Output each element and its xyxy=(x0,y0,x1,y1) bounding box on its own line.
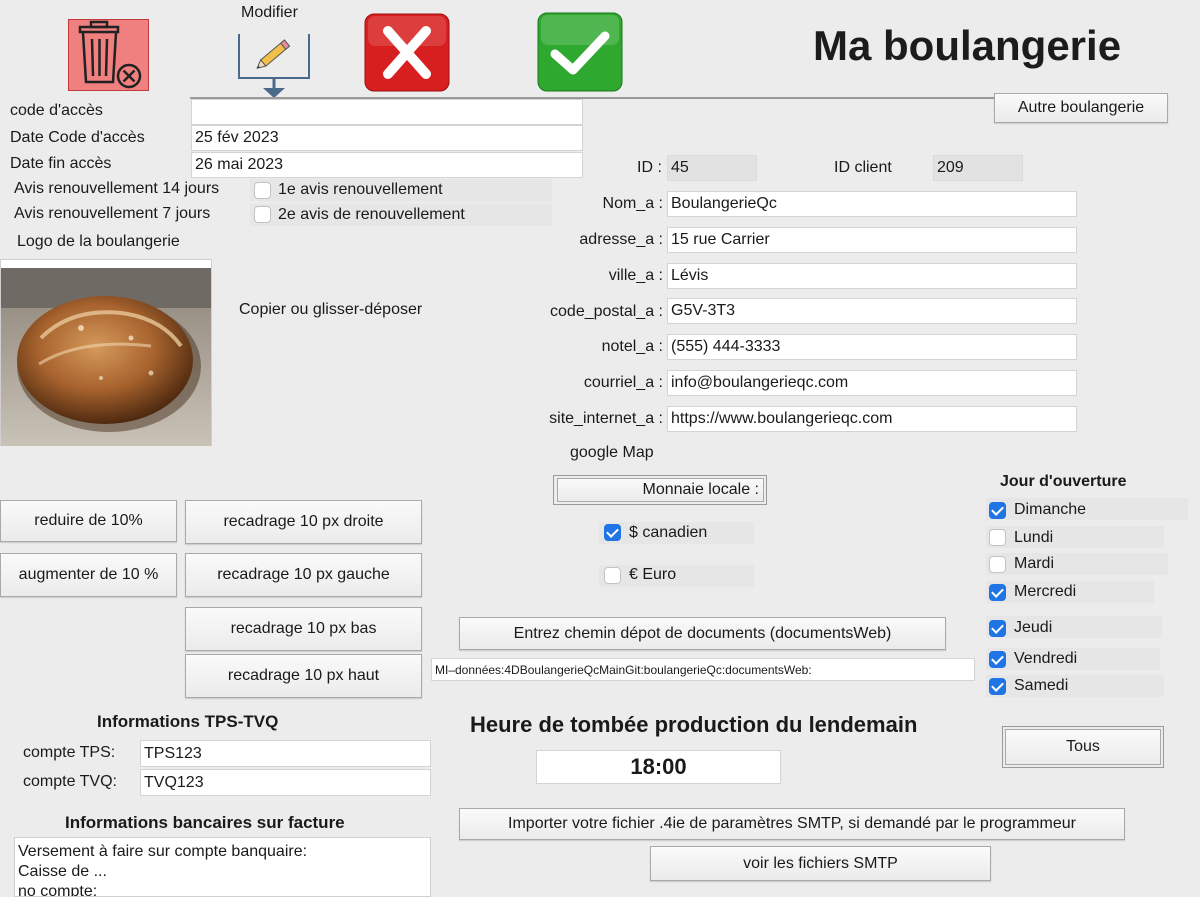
client-id-value: 209 xyxy=(933,155,1023,181)
access-code-label: code d'accès xyxy=(10,102,103,119)
monday-label[interactable]: Lundi xyxy=(1014,529,1053,547)
app-title: Ma boulangerie xyxy=(813,22,1122,69)
access-code-date-input[interactable]: 25 fév 2023 xyxy=(191,125,583,151)
notice-7-label: Avis renouvellement 7 jours xyxy=(14,205,211,222)
address-label: adresse_a : xyxy=(579,231,663,248)
saturday-checkbox[interactable] xyxy=(989,678,1006,695)
red-x-icon xyxy=(364,13,450,92)
production-time-input[interactable]: 18:00 xyxy=(536,750,781,784)
day-row-bg xyxy=(986,616,1162,638)
local-currency-button[interactable]: Monnaie locale : xyxy=(557,478,764,502)
banking-title: Informations bancaires sur facture xyxy=(65,813,345,832)
access-end-date-input[interactable]: 26 mai 2023 xyxy=(191,152,583,178)
tuesday-label[interactable]: Mardi xyxy=(1014,555,1054,573)
import-smtp-button[interactable]: Importer votre fichier .4ie de paramètre… xyxy=(459,808,1125,840)
email-label: courriel_a : xyxy=(583,374,663,391)
notice-14-check-label[interactable]: 1e avis renouvellement xyxy=(278,181,443,199)
edit-pencil-icon xyxy=(238,34,310,98)
website-label: site_internet_a : xyxy=(549,410,663,427)
friday-label[interactable]: Vendredi xyxy=(1014,650,1077,668)
crop-top-button[interactable]: recadrage 10 px haut xyxy=(185,654,422,698)
other-bakery-button[interactable]: Autre boulangerie xyxy=(994,93,1168,123)
all-days-button[interactable]: Tous xyxy=(1005,729,1161,765)
notice-7-checkbox[interactable] xyxy=(254,206,271,223)
documents-path-button[interactable]: Entrez chemin dépot de documents (docume… xyxy=(459,617,946,650)
local-currency-label: Monnaie locale : xyxy=(642,481,759,498)
postal-input[interactable]: G5V-3T3 xyxy=(667,298,1077,324)
saturday-label[interactable]: Samedi xyxy=(1014,677,1068,695)
tuesday-checkbox[interactable] xyxy=(989,556,1006,573)
day-row-bg xyxy=(986,675,1164,697)
city-input[interactable]: Lévis xyxy=(667,263,1077,289)
crop-left-button[interactable]: recadrage 10 px gauche xyxy=(185,553,422,597)
crop-right-button[interactable]: recadrage 10 px droite xyxy=(185,500,422,544)
access-code-date-label: Date Code d'accès xyxy=(10,129,145,146)
sunday-label[interactable]: Dimanche xyxy=(1014,501,1086,519)
monday-checkbox[interactable] xyxy=(989,529,1006,546)
id-label: ID : xyxy=(637,159,662,176)
tvq-input[interactable]: TVQ123 xyxy=(140,769,431,796)
client-id-label: ID client xyxy=(834,159,892,176)
eur-checkbox[interactable] xyxy=(604,567,621,584)
wednesday-checkbox[interactable] xyxy=(989,584,1006,601)
modifier-label: Modifier xyxy=(241,4,298,21)
bread-logo-image xyxy=(1,268,211,446)
production-time-title: Heure de tombée production du lendemain xyxy=(470,712,918,737)
view-smtp-button[interactable]: voir les fichiers SMTP xyxy=(650,846,991,881)
cad-label[interactable]: $ canadien xyxy=(629,524,707,542)
tps-input[interactable]: TPS123 xyxy=(140,740,431,767)
notice-14-checkbox[interactable] xyxy=(254,182,271,199)
banking-line-1: Versement à faire sur compte banquaire: xyxy=(18,843,308,860)
postal-label: code_postal_a : xyxy=(550,303,663,320)
phone-input[interactable]: (555) 444-3333 xyxy=(667,334,1077,360)
delete-trash-button[interactable] xyxy=(68,19,149,91)
documents-path-value[interactable]: MI–données:4DBoulangerieQcMainGit:boulan… xyxy=(431,658,975,681)
opening-days-title: Jour d'ouverture xyxy=(1000,473,1127,490)
logo-drop-hint: Copier ou glisser-déposer xyxy=(239,301,423,318)
city-label: ville_a : xyxy=(608,267,663,284)
cad-checkbox[interactable] xyxy=(604,524,621,541)
eur-row-bg xyxy=(599,565,754,587)
tps-label: compte TPS: xyxy=(23,744,116,761)
cancel-button[interactable] xyxy=(364,13,450,92)
taxes-title: Informations TPS-TVQ xyxy=(97,712,279,731)
email-input[interactable]: info@boulangerieqc.com xyxy=(667,370,1077,396)
thursday-label[interactable]: Jeudi xyxy=(1014,619,1052,637)
trash-icon xyxy=(68,19,149,91)
reduce-10-button[interactable]: reduire de 10% xyxy=(0,500,177,542)
address-input[interactable]: 15 rue Carrier xyxy=(667,227,1077,253)
enlarge-10-button[interactable]: augmenter de 10 % xyxy=(0,553,177,597)
logo-label: Logo de la boulangerie xyxy=(17,233,180,250)
access-code-input[interactable] xyxy=(191,99,583,125)
day-row-bg xyxy=(986,526,1164,548)
sunday-checkbox[interactable] xyxy=(989,502,1006,519)
banking-line-3: no compte: xyxy=(18,883,98,897)
name-input[interactable]: BoulangerieQc xyxy=(667,191,1077,217)
access-end-date-label: Date fin accès xyxy=(10,155,112,172)
notice-14-label: Avis renouvellement 14 jours xyxy=(14,180,220,197)
website-input[interactable]: https://www.boulangerieqc.com xyxy=(667,406,1077,432)
banking-textarea[interactable]: Versement à faire sur compte banquaire: … xyxy=(14,837,431,897)
notice-7-check-label[interactable]: 2e avis de renouvellement xyxy=(278,206,465,224)
friday-checkbox[interactable] xyxy=(989,651,1006,668)
phone-label: notel_a : xyxy=(601,338,663,355)
eur-label[interactable]: € Euro xyxy=(629,566,676,584)
tvq-label: compte TVQ: xyxy=(23,773,117,790)
thursday-checkbox[interactable] xyxy=(989,620,1006,637)
edit-button[interactable] xyxy=(236,28,312,100)
name-label: Nom_a : xyxy=(602,195,663,212)
wednesday-label[interactable]: Mercredi xyxy=(1014,583,1076,601)
google-map-label[interactable]: google Map xyxy=(570,444,654,462)
logo-image-well[interactable] xyxy=(0,259,212,446)
banking-line-2: Caisse de ... xyxy=(18,863,107,880)
confirm-button[interactable] xyxy=(537,12,623,92)
crop-bottom-button[interactable]: recadrage 10 px bas xyxy=(185,607,422,651)
id-value: 45 xyxy=(667,155,757,181)
green-check-icon xyxy=(537,12,623,92)
